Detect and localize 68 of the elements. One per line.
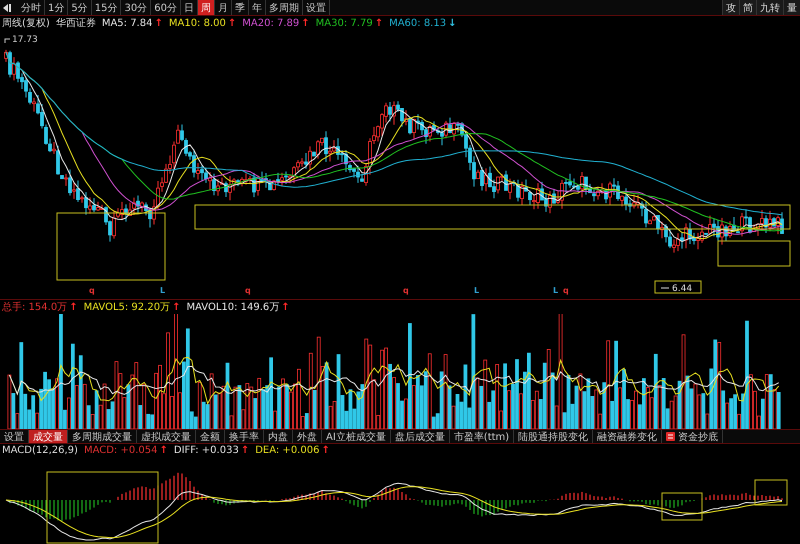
indicator-value: MA5: 7.84 (102, 18, 152, 28)
indicator-tab[interactable]: 内盘 (264, 430, 293, 443)
indicator-tab[interactable]: 盘后成交量 (390, 430, 450, 443)
plugin-icon (666, 432, 676, 441)
signal-marker: q (245, 286, 251, 295)
period-tab[interactable]: 设置 (302, 0, 330, 15)
period-tab[interactable]: 30分 (121, 0, 152, 15)
indicator-tab[interactable]: 换手率 (225, 430, 264, 443)
trend-arrow: ↑ (172, 302, 180, 312)
trend-arrow: ↑ (374, 18, 384, 28)
indicator-tab[interactable]: 外盘 (293, 430, 322, 443)
signal-marker: q (89, 286, 95, 295)
period-tab[interactable]: 周 (198, 0, 215, 15)
trend-arrow: ↑ (321, 444, 330, 456)
indicator-tab[interactable]: 市盈率(ttm) (450, 430, 514, 443)
indicator-value: MAVOL5: 92.20万 (84, 301, 170, 314)
indicator-tab[interactable]: 陆股通持股变化 (514, 430, 594, 443)
high-price-label: 17.73 (12, 35, 38, 45)
indicator-tab[interactable]: 融资融券变化 (593, 430, 662, 443)
indicator-tab[interactable]: 多周期成交量 (68, 430, 137, 443)
chart-title: 周线(复权) (2, 16, 50, 30)
period-tab[interactable]: 季 (232, 0, 249, 15)
indicator-tab[interactable]: AI立桩成交量 (322, 430, 391, 443)
trend-arrow: ↑ (240, 444, 250, 456)
indicator-value: MA30: 7.79 (316, 18, 373, 28)
signal-marker: q (563, 286, 569, 295)
indicator-value: MA20: 7.89 (242, 18, 300, 28)
indicator-value: DEA: +0.006 (255, 444, 320, 456)
trend-arrow: ↑ (154, 18, 163, 28)
stock-name: 华西证券 (56, 16, 96, 30)
indicator-tab[interactable]: 虚拟成交量 (137, 430, 196, 443)
period-tab[interactable]: 多周期 (266, 0, 303, 15)
toolbar-button[interactable]: 简 (739, 0, 756, 15)
indicator-tab[interactable]: 金额 (196, 430, 225, 443)
signal-marker: L (474, 286, 480, 295)
trend-arrow: ↑ (281, 302, 290, 312)
trend-arrow: ↑ (301, 18, 310, 28)
signal-marker: q (403, 286, 409, 295)
toolbar-button[interactable]: 九转 (756, 0, 783, 15)
indicator-value: 总手: 154.0万 (2, 300, 68, 314)
price-label-box (654, 280, 702, 294)
highlight-box (754, 480, 788, 506)
indicator-value: MA10: 8.00 (168, 18, 226, 28)
indicator-value: DIFF: +0.033 (174, 444, 239, 456)
indicator-tab[interactable]: 资金抄底 (662, 430, 724, 443)
period-tab[interactable]: 5分 (68, 0, 92, 15)
pointer-icon (4, 38, 10, 44)
trend-arrow: ↓ (448, 18, 456, 28)
indicator-title: MACD(12,26,9) (2, 444, 78, 456)
period-tab[interactable]: 60分 (151, 0, 181, 15)
period-tab[interactable]: 月 (214, 0, 232, 15)
indicator-value: MACD: +0.054 (84, 444, 158, 456)
toolbar-button[interactable]: 攻 (722, 0, 739, 15)
highlight-box (662, 492, 702, 520)
signal-marker: L (160, 286, 166, 295)
trend-arrow: ↑ (69, 302, 78, 312)
trend-arrow: ↑ (228, 18, 236, 28)
period-tab[interactable]: 1分 (45, 0, 68, 15)
period-tab[interactable]: 15分 (92, 0, 122, 15)
low-price-label: 6.44 (672, 284, 692, 294)
period-tab[interactable]: 分时 (18, 0, 45, 15)
period-tab[interactable]: 年 (248, 0, 266, 15)
trend-arrow: ↑ (159, 444, 168, 456)
signal-marker: L (553, 286, 558, 295)
toolbar-button[interactable]: 量 (783, 0, 800, 15)
indicator-tab[interactable]: 成交量 (29, 430, 68, 443)
indicator-value: MA60: 8.13 (389, 18, 446, 28)
indicator-value: MAVOL10: 149.6万 (186, 301, 280, 314)
